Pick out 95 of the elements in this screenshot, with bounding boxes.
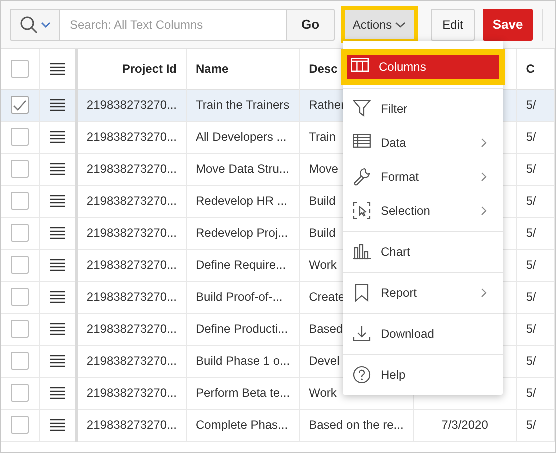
row-checkbox[interactable] <box>11 160 29 178</box>
row-menu-icon <box>50 355 65 367</box>
check-icon <box>13 100 27 110</box>
table-cell: 5/ <box>526 322 536 336</box>
table-cell: Move <box>309 162 338 176</box>
table-cell: 5/ <box>526 162 536 176</box>
table-cell: Define Producti... <box>196 322 288 336</box>
row-menu-icon <box>50 419 65 431</box>
wrench-icon <box>353 168 371 186</box>
row-menu-icon <box>50 62 65 75</box>
table-cell: 219838273270... <box>86 162 178 176</box>
column-header[interactable]: C <box>526 62 535 76</box>
actions-button[interactable]: Actions <box>345 10 414 39</box>
table-cell: Build Phase 1 o... <box>196 354 290 368</box>
caret-icon <box>40 22 50 28</box>
table-cell: 219838273270... <box>86 226 178 240</box>
table-cell: Redevelop Proj... <box>196 226 288 240</box>
chevron-icon <box>481 288 487 298</box>
chevron-icon <box>481 206 487 216</box>
table-cell: Build <box>309 226 336 240</box>
column-header[interactable]: Name <box>196 62 229 76</box>
table-cell: 7/3/2020 <box>442 418 488 432</box>
table-cell: Work <box>309 386 337 400</box>
table-cell: 219838273270... <box>86 418 178 432</box>
row-menu-icon <box>50 227 65 239</box>
search-button[interactable] <box>10 8 60 40</box>
row-checkbox[interactable] <box>11 288 29 306</box>
row-menu-icon <box>50 323 65 335</box>
row-checkbox[interactable] <box>11 416 29 434</box>
help-icon <box>353 366 371 384</box>
row-checkbox[interactable] <box>11 224 29 242</box>
chevron-icon <box>481 138 487 148</box>
table-cell: Train the Trainers <box>196 98 290 112</box>
row-menu-icon <box>50 387 65 399</box>
bookmark-icon <box>353 284 371 302</box>
row-checkbox[interactable] <box>11 384 29 402</box>
table-cell: 219838273270... <box>86 194 178 208</box>
table-cell: 219838273270... <box>86 290 178 304</box>
table-cell: 5/ <box>526 354 536 368</box>
table-cell: 5/ <box>526 98 536 112</box>
table-cell: Move Data Stru... <box>196 162 290 176</box>
search-field[interactable]: Search: All Text Columns <box>60 8 286 40</box>
table-row[interactable]: 219838273270... Complete Phas... Based on the re... 7/3/2020 5/ <box>1 409 554 441</box>
table-cell: Work <box>309 258 337 272</box>
table-cell: 5/ <box>526 418 536 432</box>
row-menu-icon <box>50 131 65 143</box>
table-cell: 5/ <box>526 258 536 272</box>
table-cell: Redevelop HR ... <box>196 194 288 208</box>
chevron-icon <box>481 172 487 182</box>
row-menu-icon <box>50 99 65 111</box>
select-all-checkbox[interactable] <box>11 60 29 78</box>
caret-icon <box>395 22 406 28</box>
table-cell: 5/ <box>526 130 536 144</box>
table-cell: Perform Beta te... <box>196 386 290 400</box>
row-checkbox[interactable] <box>11 96 29 114</box>
table-cell: Define Require... <box>196 258 286 272</box>
menu-item[interactable]: Columns <box>347 55 499 79</box>
row-checkbox[interactable] <box>11 256 29 274</box>
table-cell: Train <box>309 130 336 144</box>
bar-chart-icon <box>353 243 371 261</box>
table-cell: 5/ <box>526 386 536 400</box>
table-cell: 219838273270... <box>86 130 178 144</box>
filter-icon <box>353 100 371 118</box>
table-cell: 219838273270... <box>86 354 178 368</box>
row-menu-icon <box>50 259 65 271</box>
row-checkbox[interactable] <box>11 320 29 338</box>
row-checkbox[interactable] <box>11 128 29 146</box>
row-menu-icon <box>50 163 65 175</box>
save-button[interactable]: Save <box>483 8 533 40</box>
row-menu-icon <box>50 291 65 303</box>
table-cell: 219838273270... <box>86 322 178 336</box>
edit-button[interactable]: Edit <box>431 8 475 40</box>
table-cell: Devel <box>309 354 340 368</box>
go-button[interactable]: Go <box>286 8 335 40</box>
table-cell: Rather <box>309 98 346 112</box>
table-cell: Based <box>309 322 344 336</box>
download-icon <box>353 325 371 343</box>
table-cell: Build Proof-of-... <box>196 290 283 304</box>
table-cell: 219838273270... <box>86 386 178 400</box>
selection-icon <box>353 202 371 220</box>
table-cell: 219838273270... <box>86 98 178 112</box>
row-checkbox[interactable] <box>11 192 29 210</box>
search-icon <box>20 16 38 34</box>
table-cell: 5/ <box>526 226 536 240</box>
table-cell: 5/ <box>526 290 536 304</box>
row-menu-icon <box>50 195 65 207</box>
table-cell: Build <box>309 194 336 208</box>
table-cell: 5/ <box>526 194 536 208</box>
column-header[interactable]: Desc <box>309 62 338 76</box>
row-checkbox[interactable] <box>11 352 29 370</box>
table-cell: Based on the re... <box>309 418 404 432</box>
table-cell: Complete Phas... <box>196 418 288 432</box>
table-cell: All Developers ... <box>196 130 287 144</box>
column-header[interactable]: Project Id <box>122 62 178 76</box>
table-cell: 219838273270... <box>86 258 178 272</box>
